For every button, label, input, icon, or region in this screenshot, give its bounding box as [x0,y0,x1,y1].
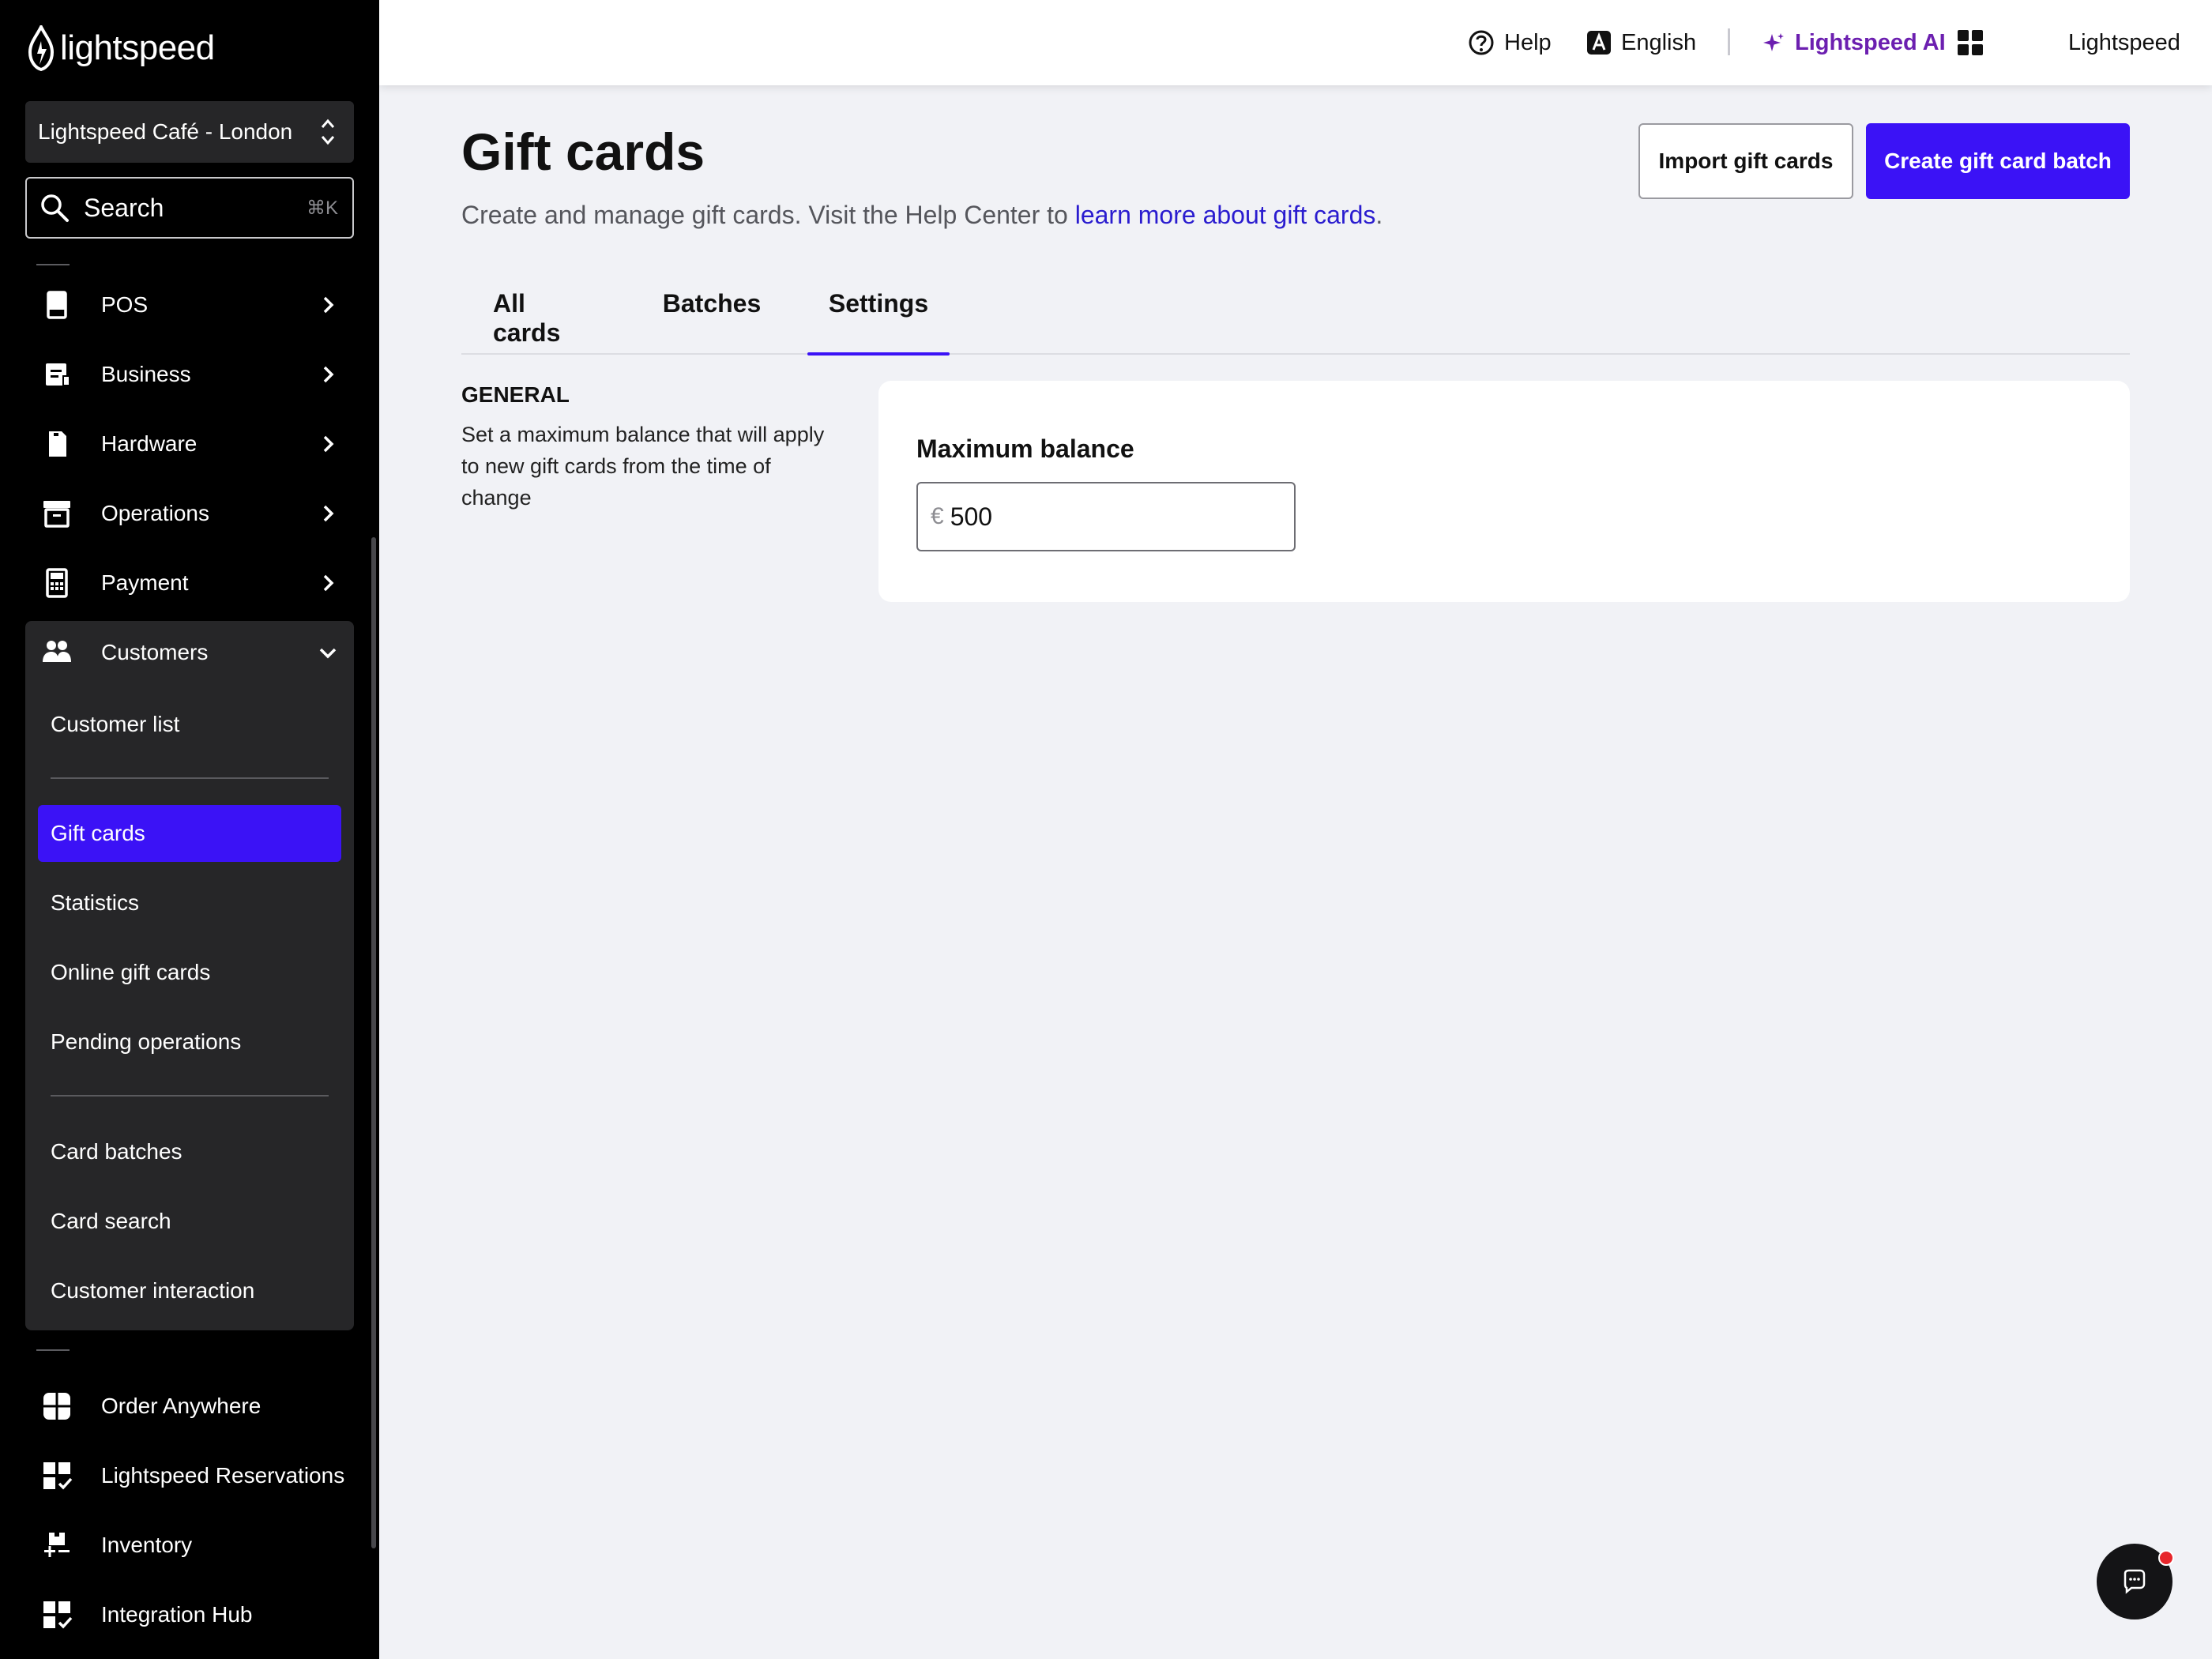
tab-all-cards[interactable]: All cards [493,289,591,354]
account-label: Lightspeed [2068,29,2180,55]
sidebar-item-label: Hardware [101,431,198,456]
lightspeed-logo[interactable]: lightspeed [25,24,215,73]
sidebar-item-business[interactable]: Business [25,340,354,409]
chevron-right-icon [323,296,334,314]
sidebar-item-order-anywhere[interactable]: Order Anywhere [25,1371,354,1441]
currency-symbol: € [931,503,944,529]
language-selector[interactable]: English [1586,24,1696,62]
create-gift-card-batch-button[interactable]: Create gift card batch [1866,123,2130,199]
chevron-right-icon [323,366,334,383]
logo-text: lightspeed [60,28,215,67]
app-switcher-button[interactable] [1956,24,1994,62]
submenu-divider [51,777,329,779]
help-icon [1469,30,1494,55]
section-description: Set a maximum balance that will apply to… [461,423,825,510]
sidebar-scrollbar[interactable] [371,537,376,1548]
chevron-right-icon [323,435,334,453]
sidebar-subitem-pending-operations[interactable]: Pending operations [25,1014,354,1070]
help-link[interactable]: Help [1468,24,1552,62]
business-icon [40,357,74,392]
sidebar-item-label: Integration Hub [101,1602,253,1627]
customers-icon [40,635,74,670]
sidebar-subitem-card-search[interactable]: Card search [25,1193,354,1250]
sidebar-item-label: Order Anywhere [101,1394,261,1418]
sidebar-divider [36,1349,70,1351]
order-anywhere-icon [40,1389,74,1424]
sidebar-item-label: Customers [101,640,209,664]
app-grid-icon [1958,30,1983,55]
subtitle-text: Create and manage gift cards. Visit the … [461,201,1075,229]
select-updown-icon [321,118,335,145]
top-bar: Help English Lightspeed AI Lightspeed [379,0,2212,85]
sidebar: lightspeed Lightspeed Café - London Sear… [0,0,379,1659]
flame-logo-icon [28,25,55,71]
sidebar-item-label: Payment [101,570,189,595]
search-shortcut: ⌘K [306,197,338,219]
language-label: English [1621,29,1697,55]
sidebar-item-pos[interactable]: POS [25,270,354,340]
chat-icon [2124,1569,2146,1594]
topbar-divider [1728,28,1730,55]
subtitle-period: . [1375,201,1383,229]
sidebar-item-label: Business [101,362,191,386]
payment-icon [40,566,74,600]
location-selector[interactable]: Lightspeed Café - London [25,101,354,163]
chevron-right-icon [323,574,334,592]
page-title: Gift cards [461,122,705,181]
language-icon [1587,31,1611,55]
sidebar-item-label: Operations [101,501,209,525]
page-subtitle: Create and manage gift cards. Visit the … [461,201,1382,230]
sidebar-subitem-customer-interaction[interactable]: Customer interaction [25,1262,354,1319]
notification-dot [2158,1550,2174,1566]
sidebar-item-label: Lightspeed Reservations [101,1463,345,1488]
sidebar-subitem-statistics[interactable]: Statistics [25,875,354,931]
sidebar-item-integration-hub[interactable]: Integration Hub [25,1580,354,1650]
import-gift-cards-button[interactable]: Import gift cards [1638,123,1853,199]
section-heading: GENERAL [461,382,570,407]
sidebar-item-operations[interactable]: Operations [25,479,354,548]
help-center-link[interactable]: learn more about gift cards [1075,201,1376,229]
sidebar-item-label: Inventory [101,1533,193,1557]
ai-label: Lightspeed AI [1795,29,1946,55]
sidebar-divider [36,264,70,265]
pos-terminal-icon [40,288,74,322]
search-icon [41,194,69,222]
search-placeholder: Search [84,193,164,222]
sidebar-item-label: POS [101,292,149,317]
chevron-down-icon [319,648,337,659]
sidebar-subitem-card-batches[interactable]: Card batches [25,1123,354,1180]
reservations-icon [40,1458,74,1493]
sidebar-search[interactable]: Search ⌘K [25,177,354,239]
sidebar-item-hardware[interactable]: Hardware [25,409,354,479]
sidebar-item-lightspeed-reservations[interactable]: Lightspeed Reservations [25,1441,354,1510]
maximum-balance-label: Maximum balance [916,434,1134,463]
sidebar-subitem-customer-list[interactable]: Customer list [25,696,354,753]
account-menu[interactable]: Lightspeed [2068,24,2180,62]
help-label: Help [1504,29,1552,55]
location-name: Lightspeed Café - London [38,119,293,144]
sidebar-item-payment[interactable]: Payment [25,548,354,618]
sidebar-item-customers[interactable]: Customers [25,618,354,687]
lightspeed-ai-button[interactable]: Lightspeed AI [1762,24,1946,62]
sidebar-item-inventory[interactable]: Inventory [25,1510,354,1580]
tab-batches[interactable]: Batches [663,289,762,354]
chevron-right-icon [323,505,334,522]
maximum-balance-input[interactable] [950,502,1251,532]
integration-hub-icon [40,1597,74,1632]
sidebar-subitem-online-gift-cards[interactable]: Online gift cards [25,944,354,1001]
inventory-icon [40,1528,74,1563]
tab-settings[interactable]: Settings [807,289,950,356]
hardware-icon [40,427,74,461]
sidebar-subitem-gift-cards[interactable]: Gift cards [38,805,341,862]
maximum-balance-field[interactable]: € [916,482,1296,551]
operations-icon [40,496,74,531]
sparkle-icon [1763,33,1784,51]
settings-card: Maximum balance € [878,381,2130,602]
submenu-divider [51,1095,329,1097]
